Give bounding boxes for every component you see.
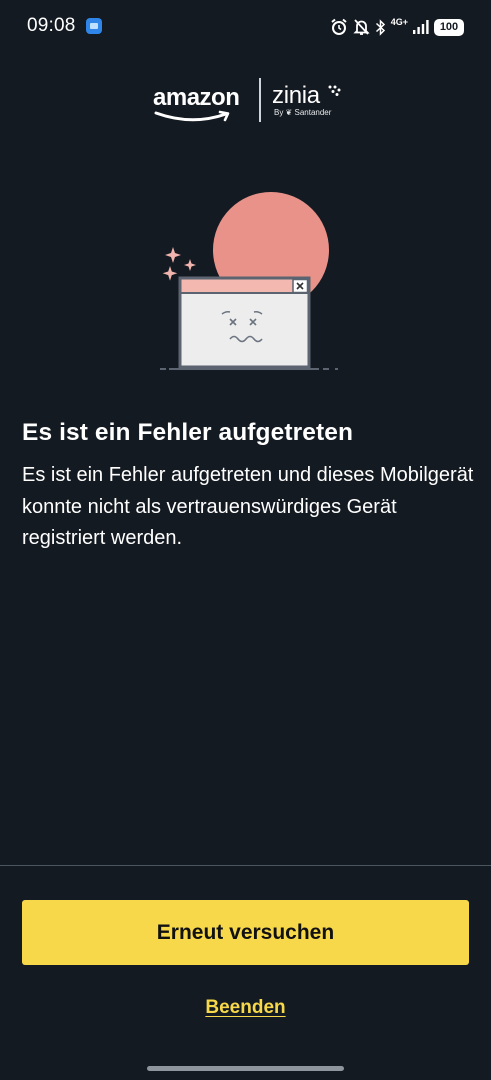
status-time: 09:08	[27, 15, 76, 36]
battery-icon: 100	[434, 18, 464, 36]
signal-icon	[413, 20, 429, 34]
error-window-icon	[160, 192, 350, 370]
exit-link[interactable]: Beenden	[0, 997, 491, 1019]
network-type: 4G+	[390, 16, 408, 27]
bluetooth-icon	[375, 18, 385, 36]
error-title: Es ist ein Fehler aufgetreten	[22, 419, 354, 446]
amazon-smile-icon	[154, 110, 230, 122]
retry-button[interactable]: Erneut versuchen	[22, 900, 469, 965]
status-icons: 4G+ 100	[330, 14, 464, 40]
bottom-divider	[0, 865, 491, 866]
amazon-logo: amazon	[153, 84, 240, 111]
zinia-santander-tagline: By ❦ Santander	[274, 108, 332, 117]
home-indicator[interactable]	[147, 1066, 344, 1071]
error-message: Es ist ein Fehler aufgetreten und dieses…	[22, 464, 474, 549]
zinia-dots-icon	[328, 85, 341, 96]
brand-divider	[259, 78, 261, 122]
silent-mode-icon	[353, 19, 370, 35]
brand-logos: amazon zinia By ❦ Santander	[0, 76, 491, 124]
app-notification-icon	[86, 18, 102, 34]
status-bar: 09:08 4G+ 100	[0, 0, 491, 54]
zinia-logo: zinia	[272, 82, 320, 109]
alarm-icon	[331, 18, 347, 35]
